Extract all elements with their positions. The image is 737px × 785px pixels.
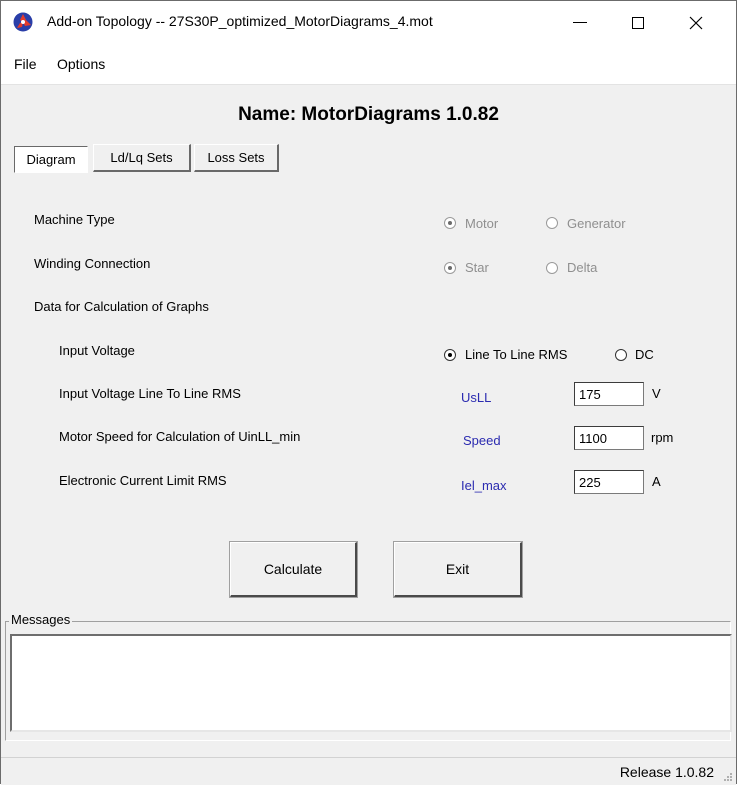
menu-options[interactable]: Options	[57, 56, 105, 72]
tab-loss-sets[interactable]: Loss Sets	[194, 144, 279, 172]
field-speed-label: Motor Speed for Calculation of UinLL_min	[59, 429, 301, 444]
menu-file[interactable]: File	[14, 56, 37, 72]
release-label: Release 1.0.82	[619, 764, 714, 780]
title-bar[interactable]: Add-on Topology -- 27S30P_optimized_Moto…	[1, 1, 736, 44]
minimize-icon	[573, 22, 587, 23]
input-voltage-dc-radio[interactable]	[615, 349, 627, 361]
menu-bar: File Options	[1, 44, 736, 85]
resize-grip-icon[interactable]	[722, 771, 732, 781]
tab-ld-lq-sets[interactable]: Ld/Lq Sets	[93, 144, 191, 172]
calculate-button[interactable]: Calculate	[229, 541, 358, 598]
maximize-icon	[632, 16, 644, 29]
maximize-button[interactable]	[615, 1, 661, 44]
app-window: Add-on Topology -- 27S30P_optimized_Moto…	[0, 0, 737, 785]
winding-star-radio	[444, 262, 456, 274]
minimize-button[interactable]	[557, 1, 603, 44]
machine-type-generator-label: Generator	[567, 216, 626, 231]
page-title: Name: MotorDiagrams 1.0.82	[238, 104, 499, 125]
machine-type-generator-radio	[546, 217, 558, 229]
machine-type-motor-label: Motor	[465, 216, 499, 231]
app-icon	[13, 12, 33, 32]
section-label: Data for Calculation of Graphs	[34, 299, 209, 314]
window-title: Add-on Topology -- 27S30P_optimized_Moto…	[47, 13, 433, 29]
field-usll-symbol: UsLL	[461, 390, 492, 405]
winding-star-label: Star	[465, 260, 489, 275]
tab-ld-lq-sets-label: Ld/Lq Sets	[110, 150, 173, 165]
tab-diagram-label: Diagram	[26, 152, 76, 167]
input-voltage-rms-radio[interactable]	[444, 349, 456, 361]
close-button[interactable]	[673, 1, 719, 44]
field-iel-max-label: Electronic Current Limit RMS	[59, 473, 227, 488]
field-speed-unit: rpm	[651, 430, 674, 445]
field-iel-max-unit: A	[652, 474, 661, 489]
status-bar: Release 1.0.82	[1, 757, 736, 785]
usll-input[interactable]	[574, 382, 644, 406]
machine-type-label: Machine Type	[34, 212, 115, 227]
winding-delta-label: Delta	[567, 260, 598, 275]
tab-diagram[interactable]: Diagram	[14, 146, 88, 173]
close-icon	[689, 16, 703, 29]
input-voltage-label: Input Voltage	[59, 343, 135, 358]
field-speed-symbol: Speed	[463, 433, 501, 448]
exit-button[interactable]: Exit	[393, 541, 523, 598]
messages-textbox[interactable]	[10, 634, 732, 732]
speed-input[interactable]	[574, 426, 644, 450]
input-voltage-dc-label[interactable]: DC	[635, 347, 654, 362]
iel-max-input[interactable]	[574, 470, 644, 494]
winding-connection-label: Winding Connection	[34, 256, 151, 271]
field-usll-label: Input Voltage Line To Line RMS	[59, 386, 241, 401]
field-usll-unit: V	[652, 386, 661, 401]
tab-loss-sets-label: Loss Sets	[207, 150, 265, 165]
messages-title: Messages	[9, 612, 73, 627]
exit-button-label: Exit	[445, 561, 470, 577]
input-voltage-rms-label[interactable]: Line To Line RMS	[465, 347, 567, 362]
winding-delta-radio	[546, 262, 558, 274]
calculate-button-label: Calculate	[263, 561, 323, 577]
machine-type-motor-radio	[444, 217, 456, 229]
field-iel-max-symbol: Iel_max	[461, 478, 507, 493]
